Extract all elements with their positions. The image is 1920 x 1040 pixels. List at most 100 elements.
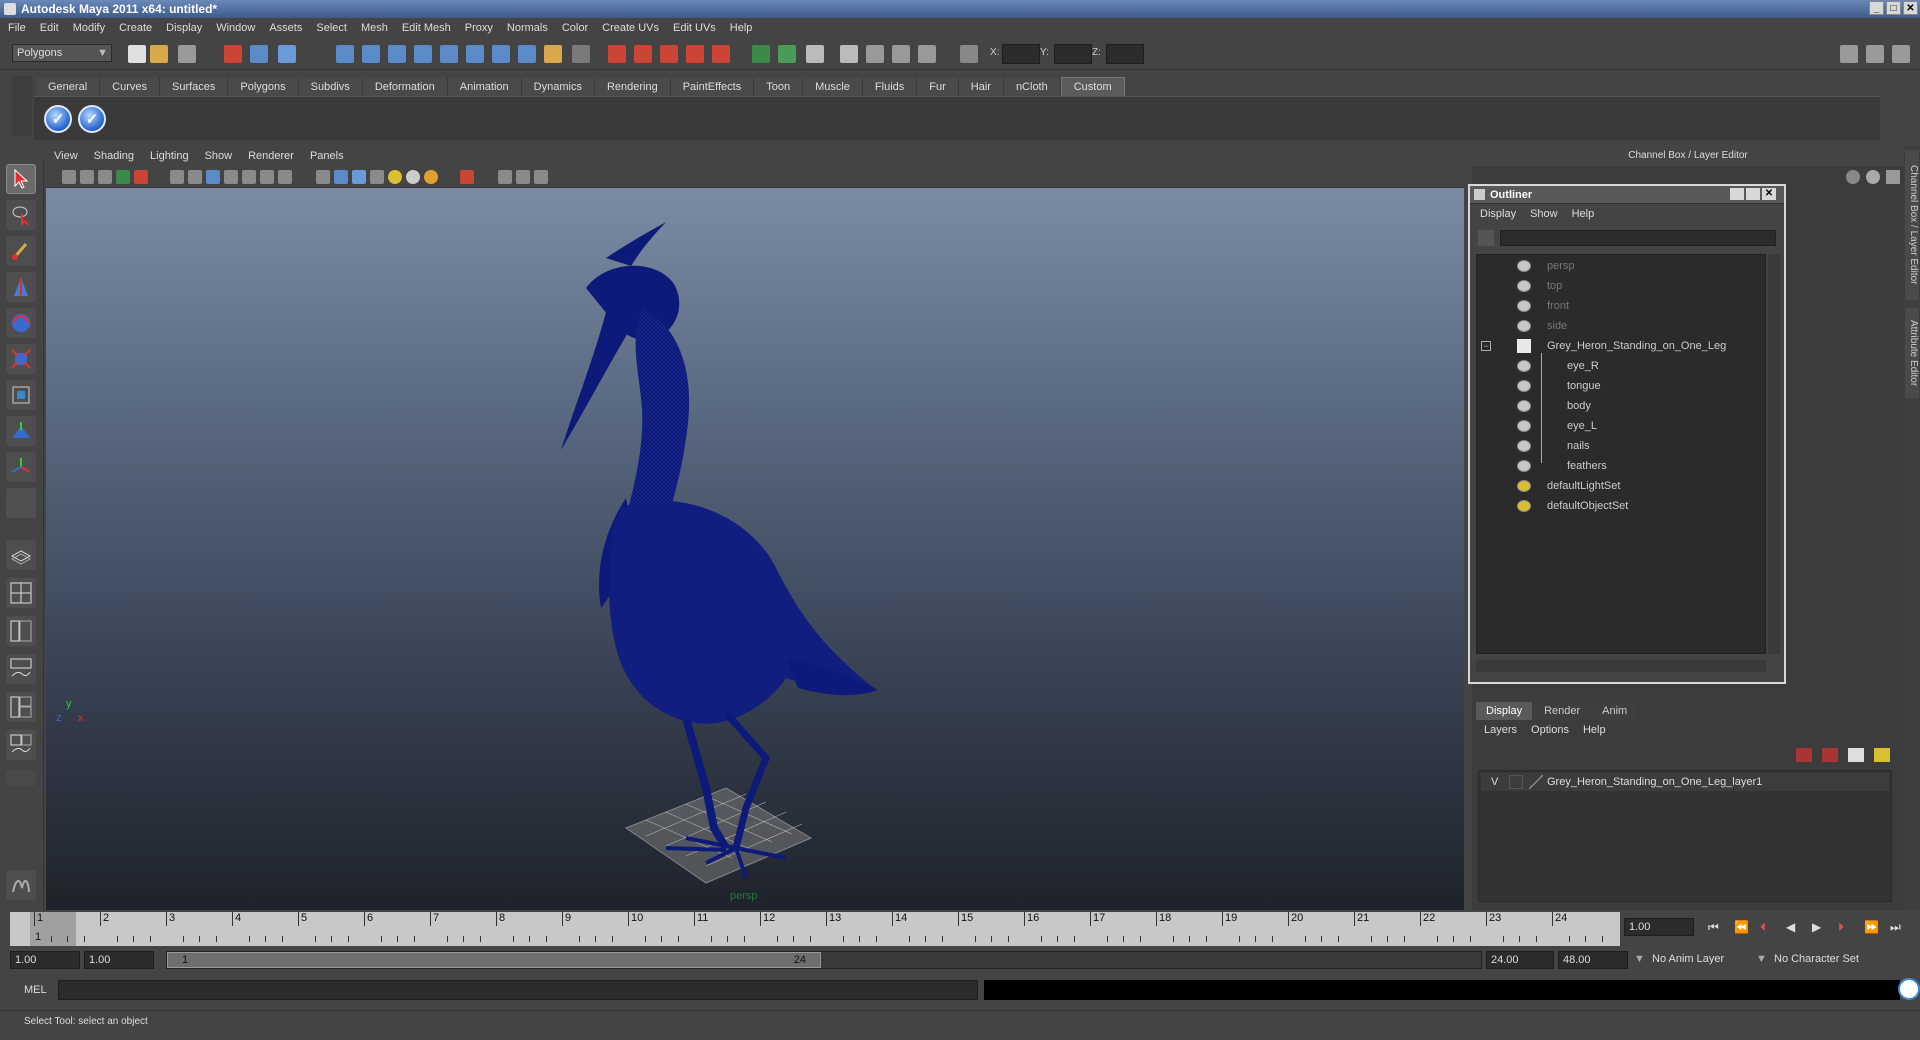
shelf-tab-fur[interactable]: Fur <box>917 78 959 96</box>
shelf-tab-toon[interactable]: Toon <box>754 78 804 96</box>
outliner-menu-help[interactable]: Help <box>1572 208 1595 220</box>
outliner-filter-icon[interactable] <box>1478 230 1494 246</box>
play-forwards-icon[interactable]: ▶ <box>1812 920 1821 934</box>
textured-icon[interactable] <box>370 170 384 184</box>
safe-action-icon[interactable] <box>260 170 274 184</box>
outliner-horizontal-scrollbar[interactable] <box>1476 660 1766 672</box>
playback-end-time-field[interactable]: 24.00 <box>1486 951 1554 969</box>
side-tab-channel-box[interactable]: Channel Box / Layer Editor <box>1905 150 1919 300</box>
step-forward-key-icon[interactable]: ⏵ <box>1838 920 1844 935</box>
shelf-tab-ncloth[interactable]: nCloth <box>1003 78 1061 96</box>
move-layer-down-icon[interactable] <box>1822 748 1838 762</box>
animation-end-time-field[interactable]: 48.00 <box>1558 951 1628 969</box>
last-tool-used-icon[interactable] <box>6 488 36 518</box>
new-empty-layer-icon[interactable] <box>1848 748 1864 762</box>
input-output-icon[interactable] <box>752 45 770 63</box>
layer-tab-anim[interactable]: Anim <box>1592 702 1638 720</box>
xray-joints-icon[interactable] <box>516 170 530 184</box>
y-input[interactable] <box>1054 44 1092 64</box>
layer-row[interactable]: V Grey_Heron_Standing_on_One_Leg_layer1 <box>1481 773 1889 791</box>
outliner-item[interactable]: body <box>1477 397 1757 415</box>
animation-start-time-field[interactable]: 1.00 <box>10 951 80 969</box>
side-tab-attribute-editor[interactable]: Attribute Editor <box>1905 308 1919 398</box>
isolate-select-icon[interactable] <box>460 170 474 184</box>
wireframe-on-shaded-icon[interactable] <box>352 170 366 184</box>
menu-file[interactable]: File <box>8 22 26 34</box>
perspective-viewport[interactable]: y z x persp <box>46 188 1464 910</box>
z-input[interactable] <box>1106 44 1144 64</box>
outliner-search-input[interactable] <box>1500 230 1776 246</box>
layer-tab-render[interactable]: Render <box>1534 702 1591 720</box>
camera-attributes-icon[interactable] <box>80 170 94 184</box>
range-slider-handle[interactable]: 1 24 <box>167 952 821 968</box>
menu-modify[interactable]: Modify <box>73 22 105 34</box>
layer-display-type-toggle[interactable] <box>1509 775 1523 789</box>
heron-wireframe-model[interactable] <box>46 188 1464 910</box>
outliner-item[interactable]: eye_L <box>1477 417 1757 435</box>
select-surfaces-icon[interactable] <box>414 45 432 63</box>
hypershade-icon[interactable] <box>918 45 936 63</box>
construction-history-icon[interactable] <box>778 45 796 63</box>
viewport-menu-show[interactable]: Show <box>205 150 233 162</box>
make-live-icon[interactable] <box>712 45 730 63</box>
command-language-label[interactable]: MEL <box>24 984 47 996</box>
menu-proxy[interactable]: Proxy <box>465 22 493 34</box>
menu-normals[interactable]: Normals <box>507 22 548 34</box>
channel-box-icon-3[interactable] <box>1886 170 1900 184</box>
shelf-tab-hair[interactable]: Hair <box>958 78 1004 96</box>
show-attribute-editor-icon[interactable] <box>1840 45 1858 63</box>
outliner-item[interactable]: top <box>1477 277 1757 295</box>
snap-curve-icon[interactable] <box>634 45 652 63</box>
outliner-title-bar[interactable]: Outliner ✕ <box>1470 186 1784 204</box>
menu-set-dropdown[interactable]: Polygons ▼ <box>12 44 112 62</box>
viewport-menu-shading[interactable]: Shading <box>94 150 134 162</box>
viewport-menu-panels[interactable]: Panels <box>310 150 344 162</box>
soft-modification-icon[interactable] <box>6 416 36 446</box>
menu-window[interactable]: Window <box>216 22 255 34</box>
x-input[interactable] <box>1002 44 1040 64</box>
close-button[interactable]: ✕ <box>1903 1 1918 15</box>
maya-logo-icon[interactable] <box>6 870 36 900</box>
field-chart-icon[interactable] <box>242 170 256 184</box>
go-to-end-icon[interactable]: ⏭ <box>1890 920 1901 935</box>
show-channel-box-icon[interactable] <box>1892 45 1910 63</box>
resolution-gate-icon[interactable] <box>206 170 220 184</box>
shelf-tab-fluids[interactable]: Fluids <box>862 78 918 96</box>
outliner-minimize-button[interactable] <box>1730 188 1744 200</box>
play-backwards-icon[interactable]: ◀ <box>1786 920 1795 934</box>
layout-more-icon[interactable] <box>6 770 36 786</box>
outliner-item[interactable]: persp <box>1477 257 1757 275</box>
new-layer-from-selection-icon[interactable] <box>1874 748 1890 762</box>
shelf-tab-animation[interactable]: Animation <box>447 78 522 96</box>
bookmarks-icon[interactable] <box>98 170 112 184</box>
menu-help[interactable]: Help <box>730 22 753 34</box>
layer-color-swatch[interactable] <box>1529 775 1543 789</box>
shelf-tab-deformation[interactable]: Deformation <box>362 78 448 96</box>
ipr-render-icon[interactable] <box>866 45 884 63</box>
highlight-selection-icon[interactable] <box>572 45 590 63</box>
transform-input-mode-icon[interactable] <box>960 45 978 63</box>
select-curves-icon[interactable] <box>388 45 406 63</box>
two-d-pan-zoom-icon[interactable] <box>134 170 148 184</box>
select-joints-icon[interactable] <box>362 45 380 63</box>
image-plane-icon[interactable] <box>116 170 130 184</box>
new-scene-icon[interactable] <box>128 45 146 63</box>
xray-icon[interactable] <box>498 170 512 184</box>
gate-mask-icon[interactable] <box>224 170 238 184</box>
outliner-vertical-scrollbar[interactable] <box>1768 254 1780 654</box>
menu-color[interactable]: Color <box>562 22 588 34</box>
four-view-layout-icon[interactable] <box>6 578 36 608</box>
channel-box-icon-1[interactable] <box>1846 170 1860 184</box>
anim-layer-dropdown[interactable]: No Anim Layer <box>1652 953 1724 965</box>
persp-graph-hypergraph-layout-icon[interactable] <box>6 730 36 760</box>
shelf-tab-surfaces[interactable]: Surfaces <box>159 78 229 96</box>
snap-view-plane-icon[interactable] <box>686 45 704 63</box>
render-settings-icon[interactable] <box>892 45 910 63</box>
select-by-object-icon[interactable] <box>250 45 268 63</box>
step-forward-frame-icon[interactable]: ⏩ <box>1864 920 1879 934</box>
snap-grid-icon[interactable] <box>608 45 626 63</box>
outliner-item[interactable]: eye_R <box>1477 357 1757 375</box>
time-slider[interactable]: 1 1 2 3 4 5 6 7 8 9 10 11 12 13 14 15 16 17 18 19 20 21 22 23 2… <box>10 912 1620 946</box>
outliner-item[interactable]: tongue <box>1477 377 1757 395</box>
outliner-item[interactable]: defaultObjectSet <box>1477 497 1757 515</box>
